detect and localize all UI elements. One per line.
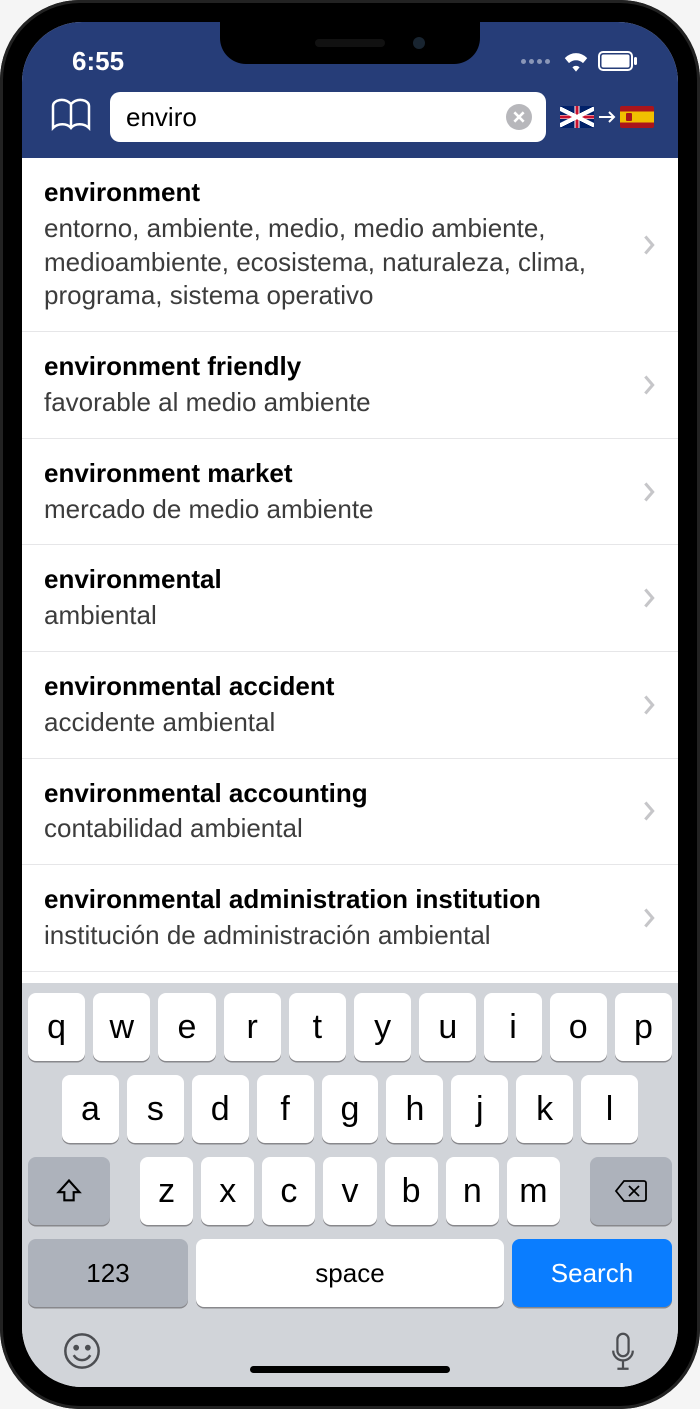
toolbar	[22, 86, 678, 144]
home-indicator[interactable]	[250, 1366, 450, 1373]
chevron-right-icon	[642, 907, 656, 929]
key-numbers[interactable]: 123	[28, 1239, 188, 1307]
key-c[interactable]: c	[262, 1157, 315, 1225]
language-switch[interactable]	[560, 106, 658, 128]
key-j[interactable]: j	[451, 1075, 508, 1143]
clear-search-button[interactable]	[506, 104, 532, 130]
key-k[interactable]: k	[516, 1075, 573, 1143]
book-icon	[50, 97, 92, 133]
status-indicators	[521, 50, 638, 72]
screen: 6:55	[22, 22, 678, 1387]
key-search[interactable]: Search	[512, 1239, 672, 1307]
cellular-icon	[521, 59, 550, 64]
key-g[interactable]: g	[322, 1075, 379, 1143]
wifi-icon	[562, 50, 590, 72]
chevron-right-icon	[642, 374, 656, 396]
key-h[interactable]: h	[386, 1075, 443, 1143]
result-translation: ambiental	[44, 599, 634, 633]
key-r[interactable]: r	[224, 993, 281, 1061]
chevron-right-icon	[642, 587, 656, 609]
chevron-right-icon	[642, 234, 656, 256]
dictionary-button[interactable]	[46, 97, 96, 138]
mic-icon[interactable]	[608, 1331, 638, 1373]
chevron-right-icon	[642, 481, 656, 503]
result-translation: accidente ambiental	[44, 706, 634, 740]
key-a[interactable]: a	[62, 1075, 119, 1143]
key-u[interactable]: u	[419, 993, 476, 1061]
result-term: environment market	[44, 457, 634, 491]
key-space[interactable]: space	[196, 1239, 504, 1307]
search-input[interactable]	[110, 92, 546, 142]
list-item[interactable]: environment market mercado de medio ambi…	[22, 439, 678, 546]
result-term: environmental accident	[44, 670, 634, 704]
list-item[interactable]: environment entorno, ambiente, medio, me…	[22, 158, 678, 332]
key-d[interactable]: d	[192, 1075, 249, 1143]
battery-icon	[598, 51, 638, 71]
key-i[interactable]: i	[484, 993, 541, 1061]
list-item[interactable]: environmental ambiental	[22, 545, 678, 652]
key-y[interactable]: y	[354, 993, 411, 1061]
result-translation: favorable al medio ambiente	[44, 386, 634, 420]
keyboard-row: z x c v b n m	[28, 1157, 672, 1225]
chevron-right-icon	[642, 694, 656, 716]
arrow-right-icon	[598, 110, 616, 124]
emoji-icon[interactable]	[62, 1331, 102, 1371]
key-t[interactable]: t	[289, 993, 346, 1061]
key-b[interactable]: b	[385, 1157, 438, 1225]
keyboard-row: 123 space Search	[28, 1239, 672, 1307]
list-item[interactable]: environmental accident accidente ambient…	[22, 652, 678, 759]
list-item[interactable]: environmental administration institution…	[22, 865, 678, 972]
key-x[interactable]: x	[201, 1157, 254, 1225]
search-field-wrap	[110, 92, 546, 142]
backspace-icon	[614, 1178, 648, 1204]
results-list[interactable]: environment entorno, ambiente, medio, me…	[22, 158, 678, 983]
key-backspace[interactable]	[590, 1157, 672, 1225]
status-time: 6:55	[72, 46, 124, 77]
key-q[interactable]: q	[28, 993, 85, 1061]
result-term: environment friendly	[44, 350, 634, 384]
key-m[interactable]: m	[507, 1157, 560, 1225]
speaker	[315, 39, 385, 47]
key-w[interactable]: w	[93, 993, 150, 1061]
key-f[interactable]: f	[257, 1075, 314, 1143]
result-term: environmental	[44, 563, 634, 597]
list-item[interactable]: environment friendly favorable al medio …	[22, 332, 678, 439]
key-s[interactable]: s	[127, 1075, 184, 1143]
key-n[interactable]: n	[446, 1157, 499, 1225]
result-term: environmental accounting	[44, 777, 634, 811]
chevron-right-icon	[642, 800, 656, 822]
result-translation: institución de administración ambiental	[44, 919, 634, 953]
keyboard-row: q w e r t y u i o p	[28, 993, 672, 1061]
front-camera	[413, 37, 425, 49]
list-item[interactable]: environmental accounting contabilidad am…	[22, 759, 678, 866]
keyboard-row: a s d f g h j k l	[28, 1075, 672, 1143]
list-item[interactable]: environmental analysis	[22, 972, 678, 983]
result-term: environment	[44, 176, 634, 210]
key-o[interactable]: o	[550, 993, 607, 1061]
key-e[interactable]: e	[158, 993, 215, 1061]
flag-uk-icon	[560, 106, 594, 128]
result-translation: entorno, ambiente, medio, medio ambiente…	[44, 212, 634, 313]
shift-icon	[55, 1177, 83, 1205]
result-translation: mercado de medio ambiente	[44, 493, 634, 527]
key-z[interactable]: z	[140, 1157, 193, 1225]
key-p[interactable]: p	[615, 993, 672, 1061]
notch	[220, 22, 480, 64]
close-icon	[512, 110, 526, 124]
key-v[interactable]: v	[323, 1157, 376, 1225]
flag-es-icon	[620, 106, 654, 128]
keyboard: q w e r t y u i o p a s d f g h j k l	[22, 983, 678, 1387]
device-frame: 6:55	[0, 0, 700, 1409]
key-shift[interactable]	[28, 1157, 110, 1225]
key-l[interactable]: l	[581, 1075, 638, 1143]
result-translation: contabilidad ambiental	[44, 812, 634, 846]
result-term: environmental administration institution	[44, 883, 634, 917]
